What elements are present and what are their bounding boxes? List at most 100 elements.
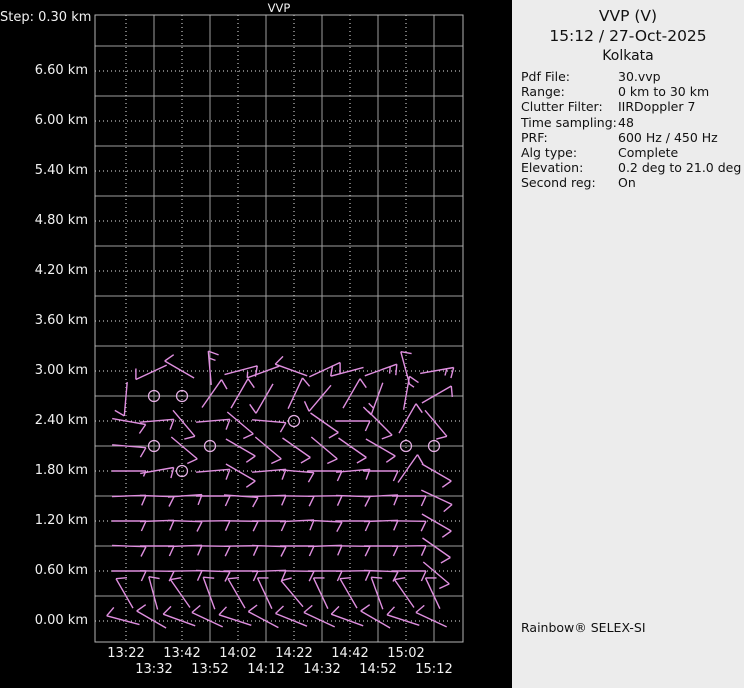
wind-barb (106, 606, 140, 626)
wind-barb (114, 382, 128, 417)
plot-border (94, 14, 464, 643)
wind-barb (196, 418, 231, 430)
wind-barb (225, 438, 256, 463)
metadata-label: Clutter Filter: (521, 99, 603, 115)
calm-wind-icon (287, 414, 301, 428)
wind-barb (111, 544, 147, 557)
x-axis-tick-label: 13:42 (163, 646, 201, 661)
wind-barb (422, 537, 451, 564)
metadata-row: Pdf File: 30.vvp (521, 69, 742, 84)
vvp-window: VVP Step: 0.30 km 6.60 km 6.00 km 5.40 km 4… (0, 0, 744, 688)
wind-barb (370, 576, 384, 610)
wind-barb (367, 410, 393, 440)
wind-barb (230, 378, 255, 409)
wind-barb (274, 355, 308, 377)
wind-barb (225, 463, 256, 488)
metadata-fields: Pdf File: 30.vvp Range: 0 km to 30 km Clutte… (521, 69, 742, 191)
wind-barb (310, 412, 339, 439)
wind-barb (338, 437, 367, 464)
wind-barb (421, 385, 453, 404)
wind-barb (115, 577, 134, 609)
metadata-label: Time sampling: (521, 114, 617, 130)
wind-barb (282, 437, 311, 464)
metadata-value: 600 Hz / 450 Hz (618, 129, 718, 145)
x-axis-tick-label: 14:42 (331, 646, 369, 661)
wind-barb (280, 577, 304, 608)
wind-barb (424, 577, 441, 609)
metadata-row: Second reg: On (521, 175, 742, 190)
wind-barb (252, 468, 287, 480)
metadata-row: Time sampling: 48 (521, 115, 742, 130)
wind-barb (252, 419, 287, 433)
wind-barb (386, 606, 420, 626)
x-axis-tick-label: 14:12 (247, 662, 285, 677)
wind-barb (167, 544, 203, 556)
panel-site: Kolkata (602, 48, 654, 64)
wind-barb (363, 519, 399, 531)
wind-barb (339, 577, 358, 609)
wind-barb (201, 379, 228, 408)
metadata-row: Range: 0 km to 30 km (521, 84, 742, 99)
x-axis-tick-label: 14:32 (303, 662, 341, 677)
wind-barb (112, 444, 147, 458)
x-axis-tick-label: 14:02 (219, 646, 257, 661)
x-axis-tick-label: 13:22 (107, 646, 145, 661)
x-axis-tick-label: 14:52 (359, 662, 397, 677)
wind-barb (172, 409, 196, 440)
wind-barb (330, 605, 364, 627)
wind-barb (421, 513, 452, 538)
wind-barb (307, 544, 343, 556)
wind-barb (136, 604, 167, 629)
wind-barb (112, 417, 147, 434)
metadata-label: Pdf File: (521, 69, 570, 84)
wind-barb (202, 576, 216, 610)
wind-barb (397, 454, 424, 483)
metadata-label: Second reg: (521, 175, 596, 191)
info-panel: VVP (V) 15:12 / 27-Oct-2025 Kolkata Pdf … (512, 0, 744, 688)
wind-barb (196, 468, 231, 480)
wind-barb (364, 363, 398, 377)
wind-barb (249, 383, 274, 414)
wind-barb (170, 436, 198, 465)
wind-barb (310, 436, 338, 465)
metadata-row: Clutter Filter: IIRDoppler 7 (521, 99, 742, 114)
metadata-value: Complete (618, 145, 679, 161)
panel-title: VVP (V) (598, 7, 658, 25)
panel-datetime: 15:12 / 27-Oct-2025 (549, 27, 707, 45)
x-axis-tick-label: 15:12 (415, 662, 453, 677)
metadata-value: 0.2 deg to 21.0 deg (618, 160, 742, 176)
metadata-value: 48 (618, 114, 634, 130)
wind-barb (393, 577, 415, 608)
metadata-row: PRF: 600 Hz / 450 Hz (521, 130, 742, 145)
metadata-label: Range: (521, 84, 565, 100)
metadata-value: IIRDoppler 7 (618, 99, 696, 115)
metadata-value: On (618, 175, 636, 191)
wind-barb (424, 409, 448, 440)
wind-barb (365, 438, 396, 463)
wind-barb (256, 577, 273, 609)
wind-barb (139, 519, 175, 531)
wind-barb (415, 604, 447, 628)
wind-barb (218, 606, 252, 626)
metadata-label: PRF: (521, 129, 548, 145)
wind-barb (254, 436, 282, 465)
wind-barb (303, 384, 332, 412)
wind-barb (303, 604, 335, 628)
wind-barb (360, 604, 391, 629)
wind-barb (422, 561, 450, 590)
wind-barb (247, 604, 279, 629)
wind-barb (251, 569, 287, 581)
wind-barb (162, 605, 196, 627)
x-axis-tick-label: 13:32 (135, 662, 173, 677)
wind-barb (112, 520, 147, 532)
wind-barb (226, 411, 254, 440)
wind-barb (140, 466, 175, 479)
wind-barb (398, 403, 423, 434)
metadata-label: Alg type: (521, 145, 578, 161)
metadata-row: Alg type: Complete (521, 145, 742, 160)
wind-barb (312, 577, 329, 609)
wind-barb (336, 420, 371, 432)
x-axis-tick-label: 15:02 (387, 646, 425, 661)
wind-barb (169, 577, 191, 608)
wind-barb (227, 577, 246, 609)
